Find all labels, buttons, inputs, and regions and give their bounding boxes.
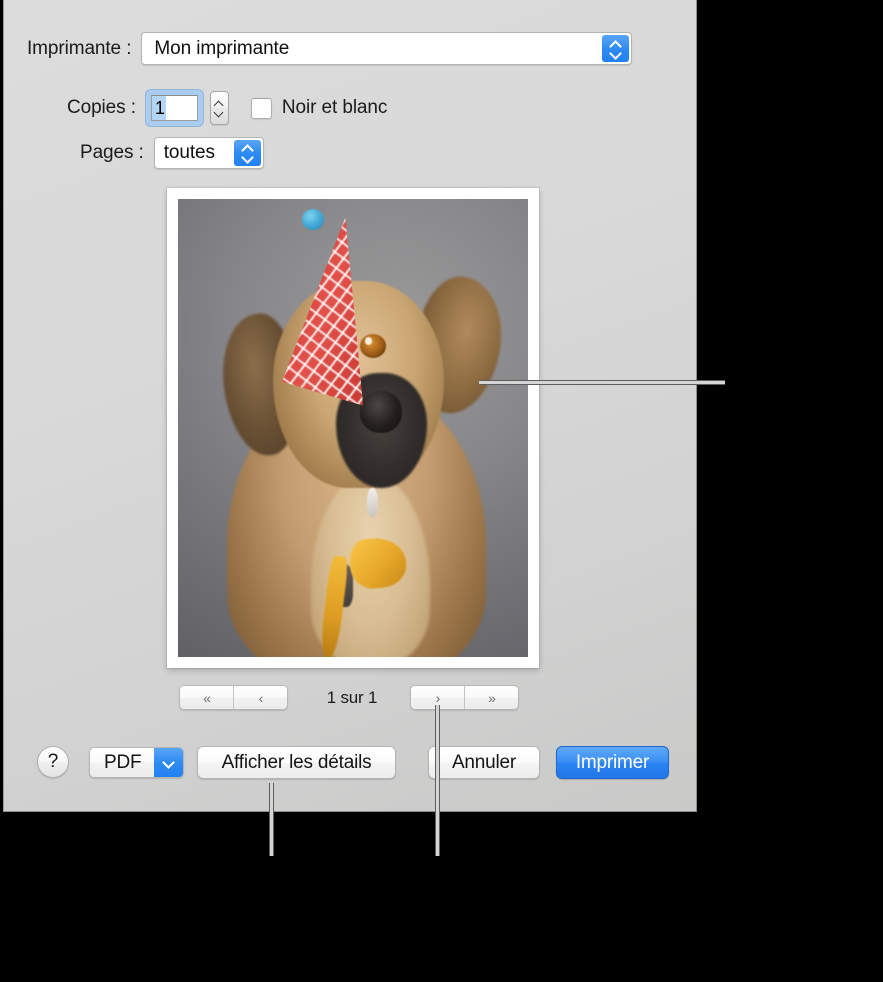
first-page-button[interactable]: « xyxy=(180,686,233,709)
black-and-white-checkbox[interactable] xyxy=(250,97,272,119)
previous-page-button[interactable]: ‹ xyxy=(233,686,287,709)
dog-nose xyxy=(360,391,402,433)
page-nav-previous-group: « ‹ xyxy=(179,685,288,710)
page-navigation: « ‹ 1 sur 1 › » xyxy=(4,684,698,712)
dog-eye-right xyxy=(360,334,387,358)
chevron-up-down-icon[interactable] xyxy=(602,35,630,62)
printer-selected-value: Mon imprimante xyxy=(154,37,290,59)
page-nav-next-group: › » xyxy=(410,685,519,710)
copies-input[interactable]: 1 xyxy=(150,95,198,121)
callout-line-preview xyxy=(479,380,725,385)
copies-value: 1 xyxy=(151,96,166,120)
show-details-button[interactable]: Afficher les détails xyxy=(197,746,396,779)
dog-tag xyxy=(367,487,379,518)
print-preview-page[interactable] xyxy=(167,188,539,668)
copies-stepper[interactable] xyxy=(209,91,229,125)
pages-row: Pages : toutes xyxy=(80,137,264,169)
help-button[interactable]: ? xyxy=(37,746,69,778)
pages-label: Pages : xyxy=(80,142,144,163)
black-and-white-option[interactable]: Noir et blanc xyxy=(250,97,388,119)
chevron-up-glyph xyxy=(610,41,621,48)
dialog-bottom-bar: ? PDF Afficher les détails Annuler Impri… xyxy=(4,744,698,788)
chevron-down-icon[interactable] xyxy=(154,748,184,777)
print-dialog: Imprimante : Mon imprimante Copies : 1 N… xyxy=(3,0,697,812)
callout-line-show-details xyxy=(269,783,274,856)
cancel-button[interactable]: Annuler xyxy=(428,746,540,779)
copies-label: Copies : xyxy=(67,97,136,118)
pages-popup-button[interactable]: toutes xyxy=(153,137,264,169)
chevron-down-glyph xyxy=(242,154,253,161)
pages-selected-value: toutes xyxy=(163,142,215,163)
page-indicator: 1 sur 1 xyxy=(326,688,378,707)
printer-label: Imprimante : xyxy=(27,37,132,59)
stepper-down-glyph[interactable] xyxy=(214,110,224,116)
copies-row: Copies : 1 Noir et blanc xyxy=(67,90,387,126)
black-and-white-label: Noir et blanc xyxy=(281,97,388,118)
preview-photo xyxy=(178,199,528,657)
chevron-up-down-icon[interactable] xyxy=(233,140,261,166)
chevron-down-glyph xyxy=(163,759,174,766)
stepper-up-glyph[interactable] xyxy=(214,101,224,107)
print-button[interactable]: Imprimer xyxy=(556,746,669,779)
callout-line-page-navigation xyxy=(435,705,440,856)
chevron-down-glyph xyxy=(610,50,621,57)
pdf-menu-button[interactable]: PDF xyxy=(89,747,185,778)
copies-field-focus-ring: 1 xyxy=(145,90,203,126)
printer-row: Imprimante : Mon imprimante xyxy=(27,32,633,65)
printer-popup-button[interactable]: Mon imprimante xyxy=(141,32,633,65)
hat-pompom xyxy=(302,209,324,231)
pdf-button-label: PDF xyxy=(104,751,142,773)
dog-eye-highlight-right xyxy=(364,337,373,345)
last-page-button[interactable]: » xyxy=(464,686,518,709)
